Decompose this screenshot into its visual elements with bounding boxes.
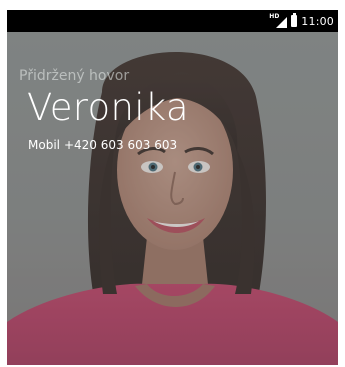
incall-screen: HD 11:00 Přidržený hovor Veronika Mobil … — [7, 10, 338, 365]
caller-info: Přidržený hovor Veronika Mobil +420 603 6… — [7, 32, 338, 365]
phone-number: +420 603 603 603 — [63, 138, 178, 152]
caller-name: Veronika — [27, 86, 189, 129]
status-icons: HD 11:00 — [269, 10, 334, 32]
battery-icon — [291, 13, 298, 27]
caller-number-line: Mobil +420 603 603 603 — [28, 138, 177, 152]
status-time: 11:00 — [301, 14, 334, 28]
call-status-label: Přidržený hovor — [19, 68, 130, 84]
status-bar: HD 11:00 — [7, 10, 338, 32]
phone-type-label: Mobil — [28, 138, 60, 152]
signal-icon: HD — [269, 13, 288, 28]
